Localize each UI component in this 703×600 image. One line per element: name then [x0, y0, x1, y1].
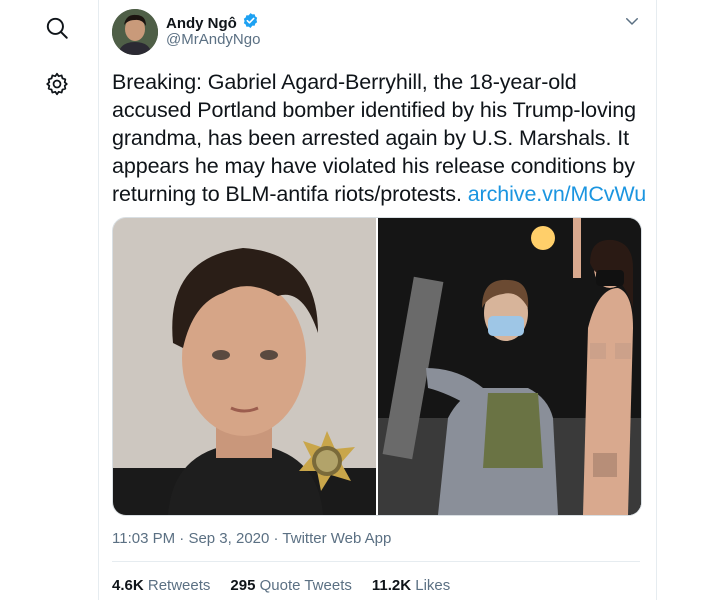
retweets-count: 4.6K [112, 577, 144, 594]
tweet-link[interactable]: archive.vn/MCvWu [468, 182, 647, 206]
quote-tweets-count: 295 [230, 577, 256, 594]
chevron-down-icon[interactable] [623, 12, 641, 30]
likes-stat[interactable]: 11.2K Likes [372, 577, 450, 594]
tweet-source[interactable]: Twitter Web App [282, 530, 391, 547]
likes-label: Likes [415, 577, 451, 594]
tweet-text: Breaking: Gabriel Agard-Berryhill, the 1… [112, 68, 648, 208]
meta-separator: · [175, 530, 189, 547]
tweet-media [112, 217, 642, 516]
author-display-name[interactable]: Andy Ngô [166, 15, 237, 32]
retweets-label: Retweets [147, 577, 211, 594]
quote-tweets-stat[interactable]: 295 Quote Tweets [230, 577, 351, 594]
media-photo-mugshot[interactable] [113, 218, 376, 515]
tweet: Andy Ngô @MrAndyNgo Breaking: Gabriel Ag… [99, 0, 656, 600]
tweet-date[interactable]: Sep 3, 2020 [188, 530, 269, 547]
divider [112, 561, 640, 562]
author-handle[interactable]: @MrAndyNgo [166, 31, 260, 48]
search-icon[interactable] [44, 15, 70, 41]
quote-tweets-label: Quote Tweets [259, 577, 352, 594]
gear-icon[interactable] [44, 71, 70, 97]
tweet-meta: 11:03 PM · Sep 3, 2020 · Twitter Web App [112, 530, 391, 547]
likes-count: 11.2K [371, 577, 412, 594]
column-divider-right [656, 0, 657, 600]
avatar[interactable] [112, 9, 158, 55]
meta-separator: · [269, 530, 283, 547]
tweet-stats: 4.6K Retweets 295 Quote Tweets 11.2K Lik… [112, 577, 450, 594]
left-nav [0, 0, 98, 600]
retweets-stat[interactable]: 4.6K Retweets [112, 577, 210, 594]
media-photo-protest[interactable] [378, 218, 641, 515]
tweet-time[interactable]: 11:03 PM [112, 530, 175, 547]
